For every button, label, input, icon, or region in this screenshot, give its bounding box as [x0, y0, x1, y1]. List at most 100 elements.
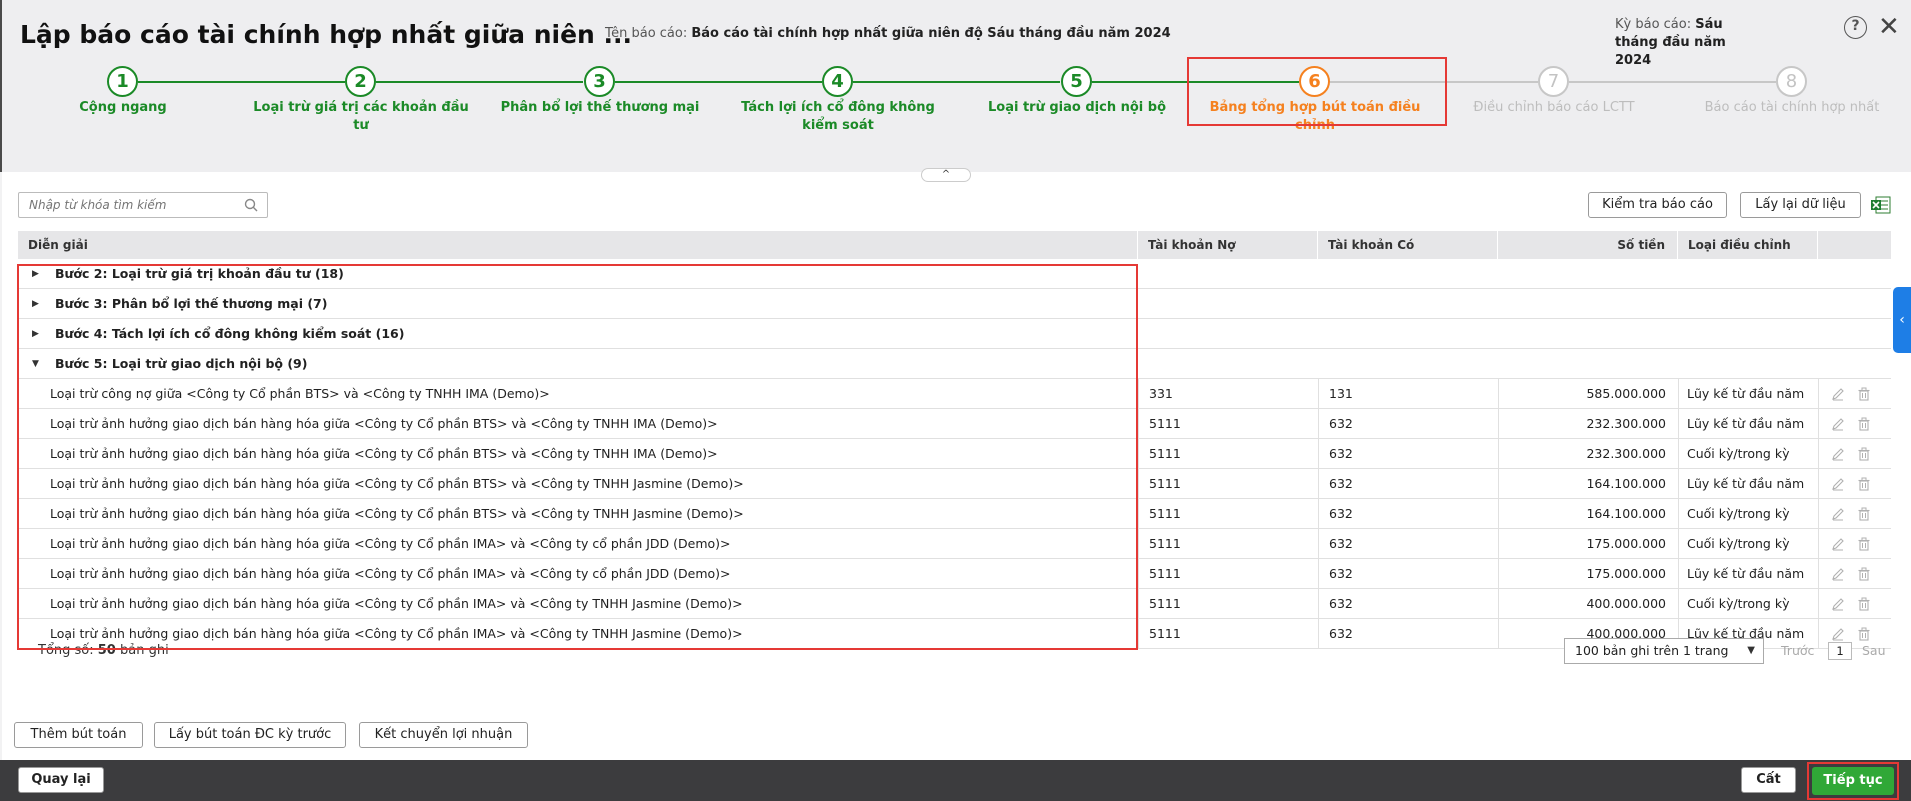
prev-page-button[interactable]: Trước — [1781, 638, 1814, 664]
page-number[interactable]: 1 — [1828, 642, 1852, 660]
cell-actions — [1818, 469, 1891, 499]
table-row[interactable]: Loại trừ ảnh hưởng giao dịch bán hàng hó… — [18, 409, 1891, 439]
group-label: Bước 2: Loại trừ giá trị khoản đầu tư (1… — [55, 266, 344, 281]
cell-amount: 164.100.000 — [1498, 469, 1678, 499]
search-input[interactable] — [19, 193, 229, 217]
table-row[interactable]: Loại trừ ảnh hưởng giao dịch bán hàng hó… — [18, 589, 1891, 619]
edit-icon[interactable] — [1831, 567, 1845, 581]
collapse-caret-icon[interactable]: ▼ — [32, 349, 39, 379]
group-row[interactable]: ▶ Bước 4: Tách lợi ích cổ đông không kiể… — [18, 319, 1891, 349]
edit-icon[interactable] — [1831, 477, 1845, 491]
close-icon[interactable]: ✕ — [1878, 14, 1900, 40]
step-5-circle[interactable]: 5 — [1061, 66, 1092, 97]
cell-amount: 400.000.000 — [1498, 589, 1678, 619]
table-row[interactable]: Loại trừ công nợ giữa <Công ty Cổ phần B… — [18, 379, 1891, 409]
step-2-circle[interactable]: 2 — [345, 66, 376, 97]
cell-credit-account: 632 — [1318, 619, 1498, 649]
check-report-button[interactable]: Kiểm tra báo cáo — [1588, 192, 1727, 218]
search-icon[interactable] — [244, 198, 258, 212]
transfer-profit-button[interactable]: Kết chuyển lợi nhuận — [359, 722, 528, 748]
help-icon[interactable]: ? — [1844, 16, 1867, 39]
page-size-select[interactable]: 100 bản ghi trên 1 trang ▼ — [1564, 638, 1764, 664]
reload-data-button[interactable]: Lấy lại dữ liệu — [1740, 192, 1861, 218]
step-7-label[interactable]: Điều chỉnh báo cáo LCTT — [1444, 99, 1664, 117]
trash-icon[interactable] — [1857, 597, 1871, 611]
step-3-circle[interactable]: 3 — [584, 66, 615, 97]
group-label: Bước 4: Tách lợi ích cổ đông không kiểm … — [55, 326, 405, 341]
edit-icon[interactable] — [1831, 597, 1845, 611]
expand-caret-icon[interactable]: ▶ — [32, 259, 39, 289]
trash-icon[interactable] — [1857, 537, 1871, 551]
cell-actions — [1818, 589, 1891, 619]
column-header-description: Diễn giải — [18, 231, 1138, 259]
column-header-actions — [1818, 231, 1891, 259]
cell-description: Loại trừ ảnh hưởng giao dịch bán hàng hó… — [50, 416, 718, 431]
table-row[interactable]: Loại trừ ảnh hưởng giao dịch bán hàng hó… — [18, 499, 1891, 529]
group-row[interactable]: ▼ Bước 5: Loại trừ giao dịch nội bộ (9) — [18, 349, 1891, 379]
cell-amount: 232.300.000 — [1498, 439, 1678, 469]
cell-adjustment-type: Cuối kỳ/trong kỳ — [1678, 499, 1818, 529]
report-name-label: Tên báo cáo: — [605, 26, 688, 41]
page-size-value: 100 bản ghi trên 1 trang — [1575, 643, 1729, 658]
back-button[interactable]: Quay lại — [18, 767, 104, 793]
edit-icon[interactable] — [1831, 417, 1845, 431]
step-connector — [1569, 81, 1776, 83]
trash-icon[interactable] — [1857, 417, 1871, 431]
cell-debit-account: 331 — [1138, 379, 1318, 409]
trash-icon[interactable] — [1857, 447, 1871, 461]
table-row[interactable]: Loại trừ ảnh hưởng giao dịch bán hàng hó… — [18, 439, 1891, 469]
expand-caret-icon[interactable]: ▶ — [32, 319, 39, 349]
trash-icon[interactable] — [1857, 387, 1871, 401]
group-row[interactable]: ▶ Bước 2: Loại trừ giá trị khoản đầu tư … — [18, 259, 1891, 289]
edit-icon[interactable] — [1831, 627, 1845, 641]
cell-description: Loại trừ ảnh hưởng giao dịch bán hàng hó… — [50, 596, 743, 611]
column-header-credit-account: Tài khoản Có — [1318, 231, 1498, 259]
cell-credit-account: 632 — [1318, 559, 1498, 589]
column-header-amount: Số tiền — [1498, 231, 1678, 259]
get-previous-entries-button[interactable]: Lấy bút toán ĐC kỳ trước — [154, 722, 346, 748]
step-1-label[interactable]: Cộng ngang — [13, 99, 233, 117]
cell-debit-account: 5111 — [1138, 559, 1318, 589]
step-3-label[interactable]: Phân bổ lợi thế thương mại — [490, 99, 710, 117]
edit-icon[interactable] — [1831, 387, 1845, 401]
total-records: Tổng số: 50 bản ghi — [38, 638, 169, 664]
cell-amount: 164.100.000 — [1498, 499, 1678, 529]
step-4-label[interactable]: Tách lợi ích cổ đông không kiểm soát — [728, 99, 948, 135]
save-button[interactable]: Cất — [1741, 767, 1796, 793]
excel-export-icon[interactable] — [1870, 194, 1892, 216]
step-connector — [138, 81, 345, 83]
report-period-label: Kỳ báo cáo: — [1615, 17, 1692, 32]
step-1-circle[interactable]: 1 — [107, 66, 138, 97]
table-row[interactable]: Loại trừ ảnh hưởng giao dịch bán hàng hó… — [18, 529, 1891, 559]
group-row[interactable]: ▶ Bước 3: Phân bổ lợi thế thương mại (7) — [18, 289, 1891, 319]
cell-debit-account: 5111 — [1138, 529, 1318, 559]
trash-icon[interactable] — [1857, 507, 1871, 521]
step-2-label[interactable]: Loại trừ giá trị các khoản đầu tư — [251, 99, 471, 135]
report-name: Tên báo cáo: Báo cáo tài chính hợp nhất … — [605, 26, 1171, 41]
continue-button[interactable]: Tiếp tục — [1812, 767, 1894, 795]
add-entry-button[interactable]: Thêm bút toán — [14, 722, 143, 748]
expand-caret-icon[interactable]: ▶ — [32, 289, 39, 319]
cell-actions — [1818, 409, 1891, 439]
cell-debit-account: 5111 — [1138, 409, 1318, 439]
step-5-label[interactable]: Loại trừ giao dịch nội bộ — [967, 99, 1187, 117]
edit-icon[interactable] — [1831, 507, 1845, 521]
edit-icon[interactable] — [1831, 537, 1845, 551]
step-8-label[interactable]: Báo cáo tài chính hợp nhất — [1682, 99, 1902, 117]
cell-credit-account: 632 — [1318, 439, 1498, 469]
collapse-header-button[interactable]: ^ — [921, 168, 971, 182]
trash-icon[interactable] — [1857, 567, 1871, 581]
edit-icon[interactable] — [1831, 447, 1845, 461]
side-panel-toggle-icon[interactable]: ‹ — [1893, 287, 1911, 353]
step-8-circle[interactable]: 8 — [1776, 66, 1807, 97]
step-4-circle[interactable]: 4 — [822, 66, 853, 97]
active-step-highlight — [1187, 57, 1447, 126]
table-row[interactable]: Loại trừ ảnh hưởng giao dịch bán hàng hó… — [18, 469, 1891, 499]
trash-icon[interactable] — [1857, 477, 1871, 491]
step-7-circle[interactable]: 7 — [1538, 66, 1569, 97]
next-page-button[interactable]: Sau — [1862, 638, 1886, 664]
column-header-adjustment-type: Loại điều chỉnh — [1678, 231, 1818, 259]
report-period: Kỳ báo cáo: Sáu tháng đầu năm 2024 — [1615, 16, 1765, 70]
search-box[interactable] — [18, 192, 268, 218]
table-row[interactable]: Loại trừ ảnh hưởng giao dịch bán hàng hó… — [18, 559, 1891, 589]
